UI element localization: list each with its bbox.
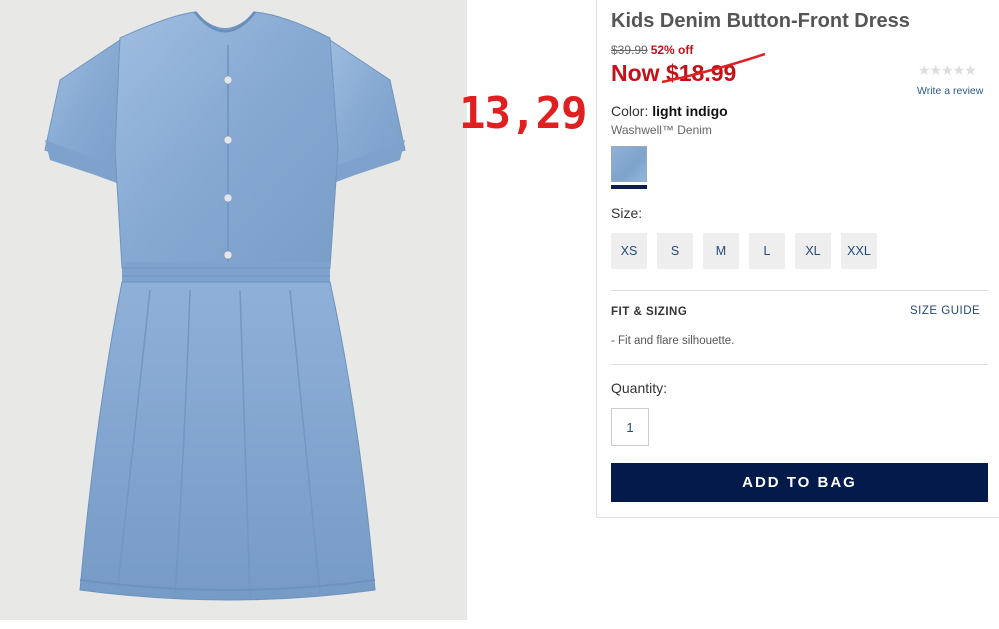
color-swatch-light-indigo[interactable] (611, 146, 647, 182)
size-option-m[interactable]: M (703, 233, 739, 269)
product-page: 13,29 Kids Denim Button-Front Dress $39.… (0, 0, 999, 629)
red-strike-mark (661, 52, 766, 84)
fit-description: - Fit and flare silhouette. (611, 335, 735, 347)
size-option-xl[interactable]: XL (795, 233, 831, 269)
size-guide-link[interactable]: SIZE GUIDE (910, 305, 980, 317)
color-row: Color: light indigo (611, 103, 728, 119)
size-option-l[interactable]: L (749, 233, 785, 269)
write-review-link[interactable]: Write a review (917, 85, 983, 97)
size-option-xxl[interactable]: XXL (841, 233, 877, 269)
fit-sizing-heading: FIT & SIZING (611, 306, 688, 318)
product-image[interactable] (0, 0, 467, 620)
size-selector: XS S M L XL XXL (611, 233, 877, 269)
fabric-name: Washwell™ Denim (611, 123, 712, 137)
size-option-s[interactable]: S (657, 233, 693, 269)
add-to-bag-button[interactable]: ADD TO BAG (611, 463, 988, 502)
divider (611, 364, 988, 365)
color-value: light indigo (652, 103, 728, 119)
color-label: Color: (611, 103, 649, 119)
dress-image (44, 11, 406, 601)
original-price: $39.99 (611, 43, 648, 57)
star-rating[interactable]: ★★★★★ (918, 62, 977, 79)
handwritten-price-annotation: 13,29 (459, 88, 587, 139)
quantity-label: Quantity: (611, 380, 668, 396)
product-title: Kids Denim Button-Front Dress (611, 10, 910, 32)
divider (611, 290, 988, 291)
size-option-xs[interactable]: XS (611, 233, 647, 269)
swatch-selected-indicator (611, 185, 647, 189)
quantity-input[interactable]: 1 (611, 408, 649, 446)
size-label: Size: (611, 205, 643, 221)
